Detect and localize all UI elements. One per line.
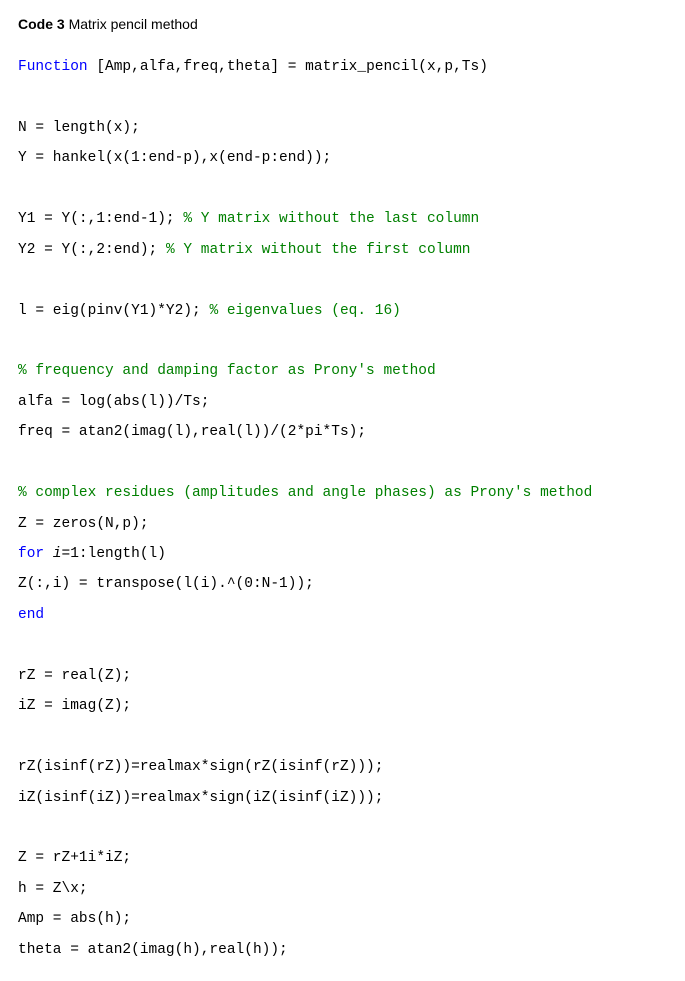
keyword-for: for	[18, 546, 44, 562]
comment: % complex residues (amplitudes and angle…	[18, 485, 592, 501]
code-text: Z(:,i) = transpose(l(i).^(0:N-1));	[18, 576, 314, 592]
code-text: rZ = real(Z);	[18, 668, 131, 684]
title-prefix: Code 3	[18, 16, 65, 32]
code-listing-title: Code 3 Matrix pencil method	[18, 16, 667, 32]
code-text: h = Z\x;	[18, 881, 88, 897]
code-text: =1:length(l)	[62, 546, 166, 562]
title-text: Matrix pencil method	[65, 16, 198, 32]
code-text: iZ = imag(Z);	[18, 698, 131, 714]
code-block: Function [Amp,alfa,freq,theta] = matrix_…	[18, 52, 667, 965]
code-text: Z = zeros(N,p);	[18, 516, 149, 532]
code-text: Y2 = Y(:,2:end);	[18, 242, 166, 258]
keyword-function: Function	[18, 59, 88, 75]
code-text: Z = rZ+1i*iZ;	[18, 850, 131, 866]
comment: % Y matrix without the first column	[166, 242, 471, 258]
code-text: Y1 = Y(:,1:end-1);	[18, 211, 183, 227]
code-text: alfa = log(abs(l))/Ts;	[18, 394, 209, 410]
comment: % eigenvalues (eq. 16)	[209, 303, 400, 319]
code-text: Amp = abs(h);	[18, 911, 131, 927]
code-text: freq = atan2(imag(l),real(l))/(2*pi*Ts);	[18, 424, 366, 440]
comment: % Y matrix without the last column	[183, 211, 479, 227]
keyword-end: end	[18, 607, 44, 623]
code-text: Y = hankel(x(1:end-p),x(end-p:end));	[18, 150, 331, 166]
loop-var: i	[44, 546, 61, 562]
code-text: l = eig(pinv(Y1)*Y2);	[18, 303, 209, 319]
comment: % frequency and damping factor as Prony'…	[18, 363, 436, 379]
code-text: [Amp,alfa,freq,theta] = matrix_pencil(x,…	[88, 59, 488, 75]
code-text: N = length(x);	[18, 120, 140, 136]
code-text: rZ(isinf(rZ))=realmax*sign(rZ(isinf(rZ))…	[18, 759, 383, 775]
code-text: iZ(isinf(iZ))=realmax*sign(iZ(isinf(iZ))…	[18, 790, 383, 806]
